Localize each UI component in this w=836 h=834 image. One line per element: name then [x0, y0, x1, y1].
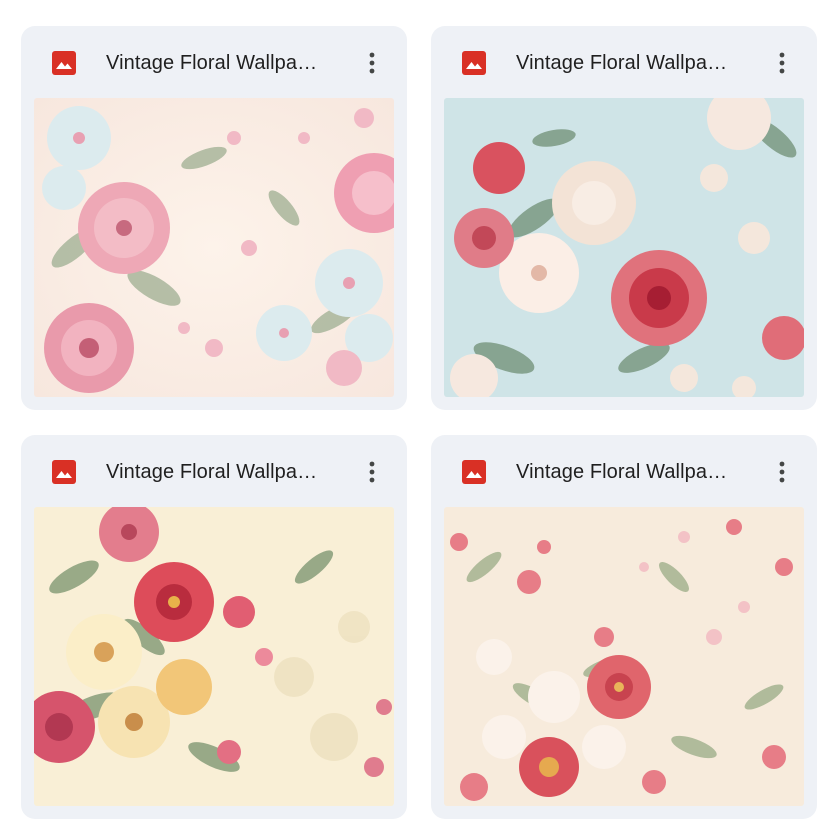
file-card-header: Vintage Floral Wallpa… — [21, 435, 407, 507]
file-card[interactable]: Vintage Floral Wallpa… — [431, 435, 817, 819]
image-file-icon — [462, 460, 486, 484]
more-vertical-icon — [369, 52, 375, 74]
floral-thumbnail-image — [444, 98, 804, 397]
floral-thumbnail-image — [444, 507, 804, 806]
file-title[interactable]: Vintage Floral Wallpa… — [516, 50, 756, 76]
file-card[interactable]: Vintage Floral Wallpa… — [431, 26, 817, 410]
image-file-icon — [462, 51, 486, 75]
more-options-button[interactable] — [767, 46, 797, 80]
file-thumbnail[interactable] — [34, 98, 394, 397]
file-thumbnail[interactable] — [34, 507, 394, 806]
file-card-header: Vintage Floral Wallpa… — [431, 435, 817, 507]
file-thumbnail[interactable] — [444, 507, 804, 806]
image-file-icon — [52, 51, 76, 75]
file-card[interactable]: Vintage Floral Wallpa… — [21, 26, 407, 410]
floral-thumbnail-image — [34, 507, 394, 806]
more-vertical-icon — [779, 461, 785, 483]
more-options-button[interactable] — [357, 455, 387, 489]
file-card-header: Vintage Floral Wallpa… — [21, 26, 407, 98]
image-file-icon — [52, 460, 76, 484]
file-card-header: Vintage Floral Wallpa… — [431, 26, 817, 98]
more-vertical-icon — [779, 52, 785, 74]
file-grid: Vintage Floral Wallpa… Vintage Floral Wa… — [0, 0, 836, 834]
file-title[interactable]: Vintage Floral Wallpa… — [106, 50, 346, 76]
more-options-button[interactable] — [357, 46, 387, 80]
file-thumbnail[interactable] — [444, 98, 804, 397]
more-options-button[interactable] — [767, 455, 797, 489]
more-vertical-icon — [369, 461, 375, 483]
file-title[interactable]: Vintage Floral Wallpa… — [516, 459, 756, 485]
floral-thumbnail-image — [34, 98, 394, 397]
file-card[interactable]: Vintage Floral Wallpa… — [21, 435, 407, 819]
file-title[interactable]: Vintage Floral Wallpa… — [106, 459, 346, 485]
